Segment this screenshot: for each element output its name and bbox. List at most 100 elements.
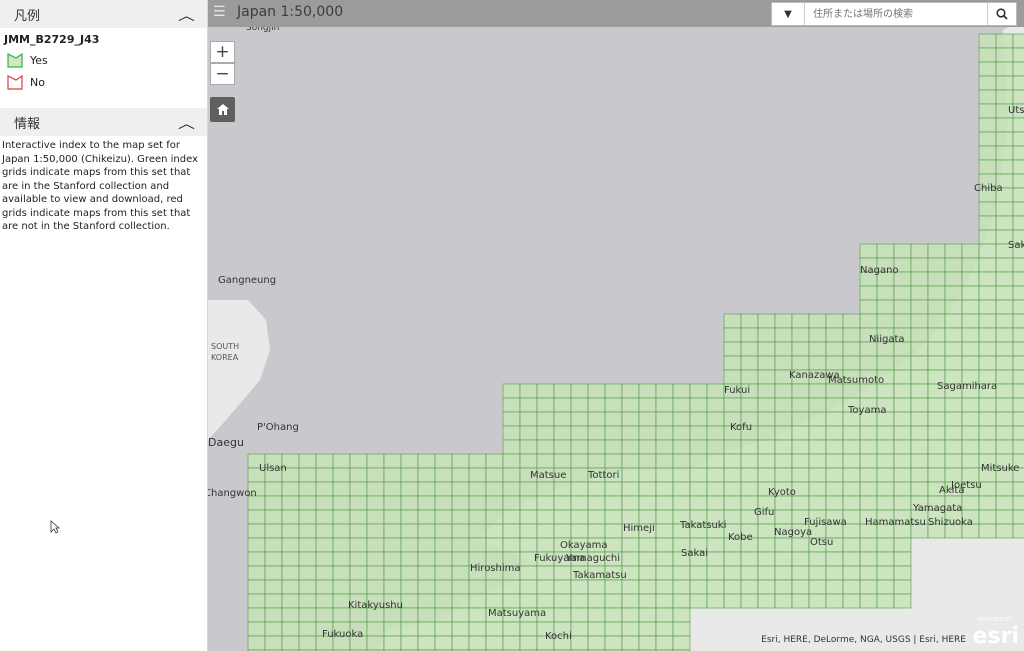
- map-grid-cell[interactable]: [944, 299, 963, 315]
- map-grid-cell[interactable]: [978, 313, 997, 329]
- map-grid-cell[interactable]: [400, 537, 419, 553]
- map-grid-cell[interactable]: [570, 621, 589, 637]
- map-grid-cell[interactable]: [519, 537, 538, 553]
- map-grid-cell[interactable]: [604, 495, 623, 511]
- map-grid-cell[interactable]: [570, 607, 589, 623]
- map-grid-cell[interactable]: [434, 495, 453, 511]
- map-grid-cell[interactable]: [315, 481, 334, 497]
- map-grid-cell[interactable]: [536, 537, 555, 553]
- map-grid-cell[interactable]: [587, 439, 606, 455]
- map-grid-cell[interactable]: [876, 299, 895, 315]
- map-grid-cell[interactable]: [655, 621, 674, 637]
- map-grid-cell[interactable]: [1012, 341, 1024, 357]
- map-grid-cell[interactable]: [417, 593, 436, 609]
- map-grid-cell[interactable]: [825, 425, 844, 441]
- map-grid-cell[interactable]: [689, 453, 708, 469]
- map-grid-cell[interactable]: [978, 271, 997, 287]
- map-grid-cell[interactable]: [281, 593, 300, 609]
- map-grid-cell[interactable]: [689, 481, 708, 497]
- map-grid-cell[interactable]: [978, 327, 997, 343]
- map-grid-cell[interactable]: [757, 355, 776, 371]
- map-grid-cell[interactable]: [1012, 257, 1024, 273]
- map-grid-cell[interactable]: [1012, 159, 1024, 175]
- map-grid-cell[interactable]: [910, 341, 929, 357]
- map-grid-cell[interactable]: [808, 327, 827, 343]
- map-grid-cell[interactable]: [961, 397, 980, 413]
- map-grid-cell[interactable]: [1012, 131, 1024, 147]
- map-grid-cell[interactable]: [655, 537, 674, 553]
- map-grid-cell[interactable]: [417, 509, 436, 525]
- map-grid-cell[interactable]: [247, 579, 266, 595]
- map-grid-cell[interactable]: [468, 537, 487, 553]
- map-grid-cell[interactable]: [655, 565, 674, 581]
- map-grid-cell[interactable]: [791, 425, 810, 441]
- map-grid-cell[interactable]: [638, 551, 657, 567]
- map-grid-cell[interactable]: [706, 397, 725, 413]
- map-grid-cell[interactable]: [995, 369, 1014, 385]
- map-grid-cell[interactable]: [774, 537, 793, 553]
- map-grid-cell[interactable]: [417, 523, 436, 539]
- map-grid-cell[interactable]: [723, 313, 742, 329]
- map-grid-cell[interactable]: [672, 481, 691, 497]
- map-grid-cell[interactable]: [383, 537, 402, 553]
- map-grid-cell[interactable]: [961, 341, 980, 357]
- map-grid-cell[interactable]: [944, 355, 963, 371]
- map-grid-cell[interactable]: [723, 355, 742, 371]
- map-grid-cell[interactable]: [281, 495, 300, 511]
- map-grid-cell[interactable]: [298, 523, 317, 539]
- map-grid-cell[interactable]: [570, 495, 589, 511]
- map-grid-cell[interactable]: [723, 467, 742, 483]
- map-grid-cell[interactable]: [349, 467, 368, 483]
- map-grid-cell[interactable]: [451, 607, 470, 623]
- map-grid-cell[interactable]: [842, 467, 861, 483]
- map-grid-cell[interactable]: [893, 481, 912, 497]
- map-grid-cell[interactable]: [876, 285, 895, 301]
- map-grid-cell[interactable]: [808, 495, 827, 511]
- map-grid-cell[interactable]: [587, 509, 606, 525]
- map-grid-cell[interactable]: [417, 495, 436, 511]
- map-grid-cell[interactable]: [570, 439, 589, 455]
- map-grid-cell[interactable]: [995, 383, 1014, 399]
- map-grid-cell[interactable]: [757, 327, 776, 343]
- map-grid-cell[interactable]: [570, 411, 589, 427]
- map-grid-cell[interactable]: [417, 551, 436, 567]
- map-grid-cell[interactable]: [808, 579, 827, 595]
- map-grid-cell[interactable]: [485, 467, 504, 483]
- map-grid-cell[interactable]: [553, 607, 572, 623]
- map-grid-cell[interactable]: [655, 593, 674, 609]
- map-grid-cell[interactable]: [604, 439, 623, 455]
- map-grid-cell[interactable]: [842, 551, 861, 567]
- map-grid-cell[interactable]: [689, 495, 708, 511]
- map-grid-cell[interactable]: [706, 439, 725, 455]
- map-grid-cell[interactable]: [859, 481, 878, 497]
- map-grid-cell[interactable]: [893, 495, 912, 511]
- map-grid-cell[interactable]: [825, 495, 844, 511]
- map-grid-cell[interactable]: [706, 593, 725, 609]
- map-grid-cell[interactable]: [570, 453, 589, 469]
- map-grid-cell[interactable]: [604, 453, 623, 469]
- map-grid-cell[interactable]: [604, 621, 623, 637]
- map-grid-cell[interactable]: [570, 397, 589, 413]
- map-grid-cell[interactable]: [961, 355, 980, 371]
- map-grid-cell[interactable]: [655, 523, 674, 539]
- map-grid-cell[interactable]: [417, 635, 436, 651]
- map-grid-cell[interactable]: [876, 467, 895, 483]
- map-grid-cell[interactable]: [621, 621, 640, 637]
- map-grid-cell[interactable]: [536, 397, 555, 413]
- map-grid-cell[interactable]: [995, 481, 1014, 497]
- map-grid-cell[interactable]: [655, 551, 674, 567]
- map-grid-cell[interactable]: [944, 257, 963, 273]
- map-grid-cell[interactable]: [485, 495, 504, 511]
- map-grid-cell[interactable]: [893, 593, 912, 609]
- map-grid-cell[interactable]: [621, 439, 640, 455]
- map-grid-cell[interactable]: [893, 243, 912, 259]
- map-grid-cell[interactable]: [808, 313, 827, 329]
- map-grid-cell[interactable]: [553, 495, 572, 511]
- map-grid-cell[interactable]: [400, 523, 419, 539]
- map-grid-cell[interactable]: [978, 425, 997, 441]
- map-grid-cell[interactable]: [400, 579, 419, 595]
- map-grid-cell[interactable]: [927, 411, 946, 427]
- map-grid-cell[interactable]: [315, 467, 334, 483]
- map-grid-cell[interactable]: [400, 635, 419, 651]
- map-grid-cell[interactable]: [315, 579, 334, 595]
